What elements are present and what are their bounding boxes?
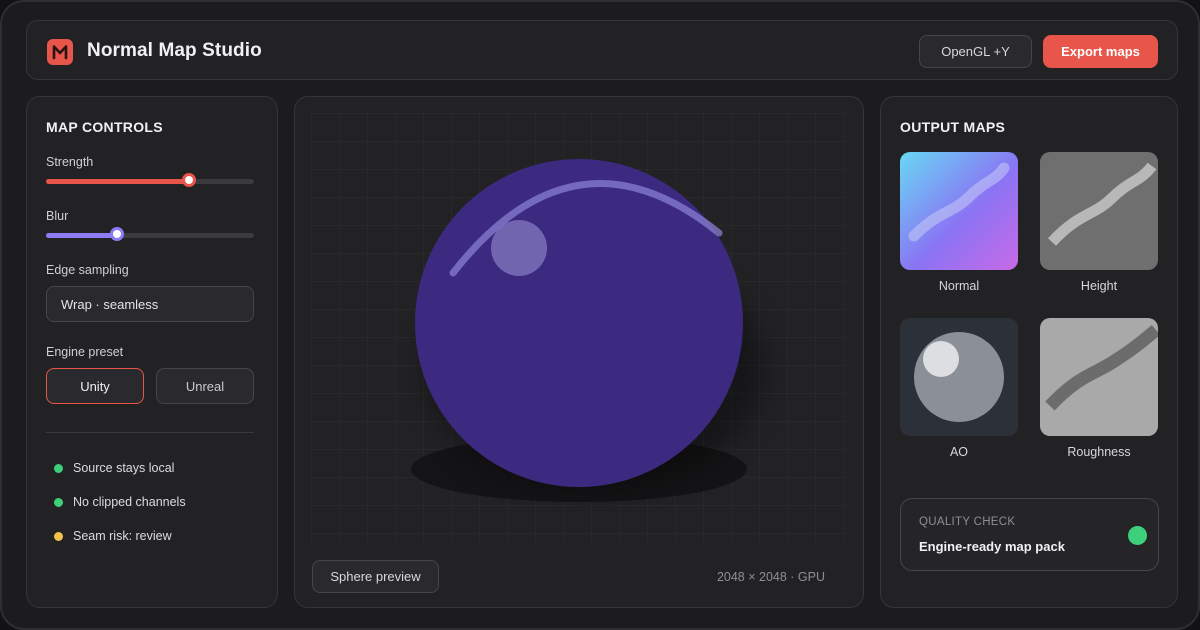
app-window: Normal Map Studio OpenGL +Y Export maps … [0,0,1200,630]
edge-sampling-value: Wrap · seamless [61,296,159,312]
strength-label: Strength [46,155,94,169]
map-controls-title: MAP CONTROLS [46,119,163,135]
height-map-label: Height [1080,279,1118,293]
normal-map-label: Normal [938,279,980,293]
ao-map-thumbnail[interactable] [900,318,1018,436]
strength-slider-handle[interactable] [182,173,196,187]
status-text: Source stays local [73,461,175,475]
sphere-highlight [491,220,547,276]
roughness-map-label: Roughness [1067,445,1131,459]
status-item: Source stays local [54,461,174,475]
edge-sampling-label: Edge sampling [46,263,129,277]
blur-label: Blur [46,209,69,223]
edge-sampling-select[interactable]: Wrap · seamless [46,286,254,322]
output-maps-panel: OUTPUT MAPS Normal Height AO Roughness Q… [880,96,1178,608]
blur-slider-handle[interactable] [110,227,124,241]
preset-unity-button[interactable]: Unity [46,368,144,404]
status-item: No clipped channels [54,495,186,509]
preview-panel: Sphere preview 2048 × 2048 · GPU [294,96,864,608]
roughness-map-thumbnail[interactable] [1040,318,1158,436]
output-maps-title: OUTPUT MAPS [900,119,1006,135]
normal-map-thumbnail[interactable] [900,152,1018,270]
quality-check-eyebrow: QUALITY CHECK [919,516,1016,528]
resolution-info: 2048 × 2048 · GPU [716,570,825,584]
status-ok-dot-icon [54,497,63,507]
status-ok-dot-icon [54,463,63,473]
controls-divider [46,432,254,433]
ao-map-label: AO [949,445,969,459]
status-text: Seam risk: review [73,529,172,543]
strength-slider[interactable] [46,173,254,187]
height-map-thumbnail[interactable] [1040,152,1158,270]
map-controls-panel: MAP CONTROLS Strength Blur Edge sampling… [26,96,278,608]
status-text: No clipped channels [73,495,186,509]
coordinate-system-button[interactable]: OpenGL +Y [919,35,1032,68]
top-bar: Normal Map Studio OpenGL +Y Export maps [26,20,1178,80]
sphere-preview-button[interactable]: Sphere preview [312,560,439,593]
quality-check-title: Engine-ready map pack [919,539,1065,554]
status-warning-dot-icon [54,531,63,541]
sphere [415,159,743,487]
blur-slider[interactable] [46,227,254,241]
app-title: Normal Map Studio [87,40,262,61]
app-logo-icon [47,39,73,65]
engine-preset-label: Engine preset [46,345,124,359]
preset-unreal-button[interactable]: Unreal [156,368,254,404]
quality-ok-indicator-icon [1128,526,1147,545]
strength-slider-fill [46,179,190,184]
quality-check-card: QUALITY CHECK Engine-ready map pack [900,498,1159,571]
export-maps-button[interactable]: Export maps [1043,35,1158,68]
blur-slider-fill [46,233,118,238]
status-item: Seam risk: review [54,529,172,543]
sphere-preview-canvas[interactable] [295,97,865,609]
